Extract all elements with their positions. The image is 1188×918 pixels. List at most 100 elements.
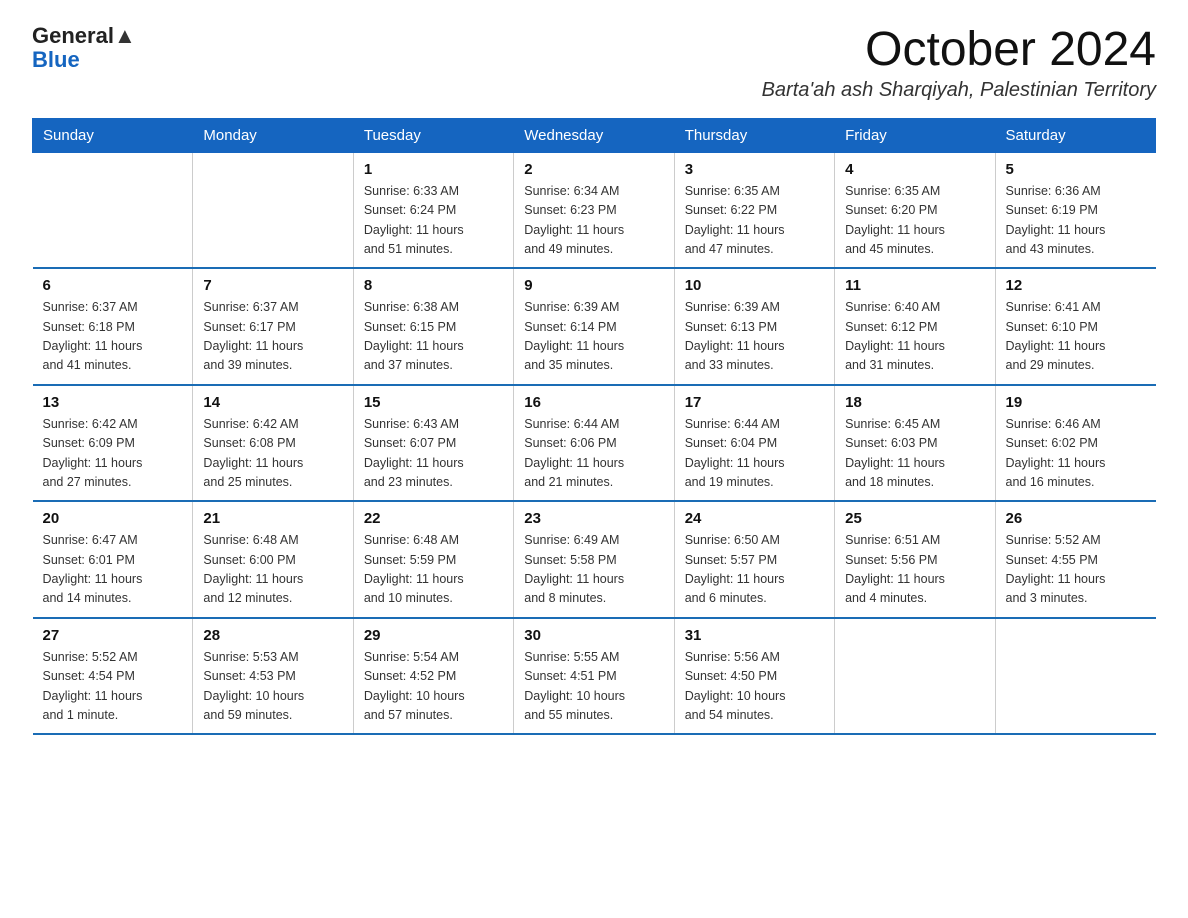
day-info: Sunrise: 6:42 AM Sunset: 6:09 PM Dayligh… <box>43 415 183 493</box>
day-info: Sunrise: 6:40 AM Sunset: 6:12 PM Dayligh… <box>845 298 984 376</box>
calendar-cell: 27 Sunrise: 5:52 AM Sunset: 4:54 PM Dayli… <box>33 618 193 735</box>
calendar-cell: 22Sunrise: 6:48 AM Sunset: 5:59 PM Dayli… <box>353 501 513 618</box>
calendar-cell: 13 Sunrise: 6:42 AM Sunset: 6:09 PM Dayli… <box>33 385 193 502</box>
weekday-header-friday: Friday <box>835 118 995 152</box>
calendar-cell: 4 Sunrise: 6:35 AM Sunset: 6:20 PM Daylig… <box>835 152 995 268</box>
calendar-week-row: 13 Sunrise: 6:42 AM Sunset: 6:09 PM Dayli… <box>33 385 1156 502</box>
weekday-header-tuesday: Tuesday <box>353 118 513 152</box>
day-number: 19 <box>1006 394 1146 411</box>
weekday-header-row: SundayMondayTuesdayWednesdayThursdayFrid… <box>33 118 1156 152</box>
calendar-cell <box>835 618 995 735</box>
day-info: Sunrise: 5:54 AM Sunset: 4:52 PM Dayligh… <box>364 648 503 726</box>
title-block: October 2024 Barta'ah ash Sharqiyah, Pal… <box>762 24 1156 102</box>
calendar-cell: 17Sunrise: 6:44 AM Sunset: 6:04 PM Dayli… <box>674 385 834 502</box>
calendar-cell: 3Sunrise: 6:35 AM Sunset: 6:22 PM Daylig… <box>674 152 834 268</box>
day-info: Sunrise: 5:55 AM Sunset: 4:51 PM Dayligh… <box>524 648 663 726</box>
day-number: 16 <box>524 394 663 411</box>
day-number: 18 <box>845 394 984 411</box>
calendar-cell: 18 Sunrise: 6:45 AM Sunset: 6:03 PM Dayli… <box>835 385 995 502</box>
calendar-cell: 28 Sunrise: 5:53 AM Sunset: 4:53 PM Dayli… <box>193 618 353 735</box>
calendar-cell: 16 Sunrise: 6:44 AM Sunset: 6:06 PM Dayli… <box>514 385 674 502</box>
calendar-cell: 31Sunrise: 5:56 AM Sunset: 4:50 PM Dayli… <box>674 618 834 735</box>
calendar-cell: 30Sunrise: 5:55 AM Sunset: 4:51 PM Dayli… <box>514 618 674 735</box>
day-info: Sunrise: 6:43 AM Sunset: 6:07 PM Dayligh… <box>364 415 503 493</box>
calendar-cell <box>33 152 193 268</box>
day-info: Sunrise: 6:44 AM Sunset: 6:06 PM Dayligh… <box>524 415 663 493</box>
day-info: Sunrise: 6:33 AM Sunset: 6:24 PM Dayligh… <box>364 182 503 260</box>
day-number: 21 <box>203 510 342 527</box>
day-number: 25 <box>845 510 984 527</box>
day-number: 29 <box>364 627 503 644</box>
calendar-cell: 11 Sunrise: 6:40 AM Sunset: 6:12 PM Dayli… <box>835 268 995 385</box>
page-title: October 2024 <box>762 24 1156 77</box>
calendar-table: SundayMondayTuesdayWednesdayThursdayFrid… <box>32 118 1156 736</box>
day-number: 27 <box>43 627 183 644</box>
day-number: 28 <box>203 627 342 644</box>
calendar-week-row: 1 Sunrise: 6:33 AM Sunset: 6:24 PM Daylig… <box>33 152 1156 268</box>
day-info: Sunrise: 6:45 AM Sunset: 6:03 PM Dayligh… <box>845 415 984 493</box>
calendar-cell: 6 Sunrise: 6:37 AM Sunset: 6:18 PM Daylig… <box>33 268 193 385</box>
calendar-cell: 19 Sunrise: 6:46 AM Sunset: 6:02 PM Dayli… <box>995 385 1155 502</box>
day-number: 11 <box>845 277 984 294</box>
day-number: 23 <box>524 510 663 527</box>
day-info: Sunrise: 6:51 AM Sunset: 5:56 PM Dayligh… <box>845 531 984 609</box>
calendar-cell: 25 Sunrise: 6:51 AM Sunset: 5:56 PM Dayli… <box>835 501 995 618</box>
day-number: 2 <box>524 161 663 178</box>
day-info: Sunrise: 6:39 AM Sunset: 6:13 PM Dayligh… <box>685 298 824 376</box>
calendar-cell: 2 Sunrise: 6:34 AM Sunset: 6:23 PM Daylig… <box>514 152 674 268</box>
day-info: Sunrise: 5:52 AM Sunset: 4:55 PM Dayligh… <box>1006 531 1146 609</box>
calendar-week-row: 6 Sunrise: 6:37 AM Sunset: 6:18 PM Daylig… <box>33 268 1156 385</box>
page-header: General▲ Blue October 2024 Barta'ah ash … <box>32 24 1156 102</box>
calendar-cell <box>193 152 353 268</box>
day-number: 9 <box>524 277 663 294</box>
day-info: Sunrise: 5:56 AM Sunset: 4:50 PM Dayligh… <box>685 648 824 726</box>
calendar-cell: 8 Sunrise: 6:38 AM Sunset: 6:15 PM Daylig… <box>353 268 513 385</box>
day-info: Sunrise: 6:37 AM Sunset: 6:17 PM Dayligh… <box>203 298 342 376</box>
day-info: Sunrise: 6:50 AM Sunset: 5:57 PM Dayligh… <box>685 531 824 609</box>
calendar-body: 1 Sunrise: 6:33 AM Sunset: 6:24 PM Daylig… <box>33 152 1156 734</box>
calendar-cell: 29 Sunrise: 5:54 AM Sunset: 4:52 PM Dayli… <box>353 618 513 735</box>
calendar-cell: 14 Sunrise: 6:42 AM Sunset: 6:08 PM Dayli… <box>193 385 353 502</box>
day-number: 6 <box>43 277 183 294</box>
day-number: 1 <box>364 161 503 178</box>
calendar-cell: 7Sunrise: 6:37 AM Sunset: 6:17 PM Daylig… <box>193 268 353 385</box>
day-number: 14 <box>203 394 342 411</box>
day-number: 15 <box>364 394 503 411</box>
day-info: Sunrise: 6:42 AM Sunset: 6:08 PM Dayligh… <box>203 415 342 493</box>
day-info: Sunrise: 5:53 AM Sunset: 4:53 PM Dayligh… <box>203 648 342 726</box>
calendar-cell: 23Sunrise: 6:49 AM Sunset: 5:58 PM Dayli… <box>514 501 674 618</box>
calendar-cell: 10 Sunrise: 6:39 AM Sunset: 6:13 PM Dayli… <box>674 268 834 385</box>
calendar-cell: 20Sunrise: 6:47 AM Sunset: 6:01 PM Dayli… <box>33 501 193 618</box>
calendar-cell: 24 Sunrise: 6:50 AM Sunset: 5:57 PM Dayli… <box>674 501 834 618</box>
day-info: Sunrise: 6:34 AM Sunset: 6:23 PM Dayligh… <box>524 182 663 260</box>
day-info: Sunrise: 6:38 AM Sunset: 6:15 PM Dayligh… <box>364 298 503 376</box>
day-info: Sunrise: 6:37 AM Sunset: 6:18 PM Dayligh… <box>43 298 183 376</box>
day-info: Sunrise: 6:48 AM Sunset: 5:59 PM Dayligh… <box>364 531 503 609</box>
calendar-cell: 9 Sunrise: 6:39 AM Sunset: 6:14 PM Daylig… <box>514 268 674 385</box>
calendar-week-row: 27 Sunrise: 5:52 AM Sunset: 4:54 PM Dayli… <box>33 618 1156 735</box>
logo-general-text: General <box>32 23 114 48</box>
day-number: 10 <box>685 277 824 294</box>
day-info: Sunrise: 6:46 AM Sunset: 6:02 PM Dayligh… <box>1006 415 1146 493</box>
day-number: 4 <box>845 161 984 178</box>
calendar-cell <box>995 618 1155 735</box>
day-info: Sunrise: 6:48 AM Sunset: 6:00 PM Dayligh… <box>203 531 342 609</box>
weekday-header-monday: Monday <box>193 118 353 152</box>
day-number: 13 <box>43 394 183 411</box>
calendar-week-row: 20Sunrise: 6:47 AM Sunset: 6:01 PM Dayli… <box>33 501 1156 618</box>
day-info: Sunrise: 6:41 AM Sunset: 6:10 PM Dayligh… <box>1006 298 1146 376</box>
day-number: 5 <box>1006 161 1146 178</box>
weekday-header-saturday: Saturday <box>995 118 1155 152</box>
logo-blue-text: Blue <box>32 48 136 72</box>
day-number: 20 <box>43 510 183 527</box>
day-info: Sunrise: 6:39 AM Sunset: 6:14 PM Dayligh… <box>524 298 663 376</box>
weekday-header-sunday: Sunday <box>33 118 193 152</box>
page-subtitle: Barta'ah ash Sharqiyah, Palestinian Terr… <box>762 79 1156 102</box>
day-info: Sunrise: 6:35 AM Sunset: 6:20 PM Dayligh… <box>845 182 984 260</box>
day-number: 8 <box>364 277 503 294</box>
day-number: 3 <box>685 161 824 178</box>
day-number: 24 <box>685 510 824 527</box>
calendar-cell: 5Sunrise: 6:36 AM Sunset: 6:19 PM Daylig… <box>995 152 1155 268</box>
day-info: Sunrise: 5:52 AM Sunset: 4:54 PM Dayligh… <box>43 648 183 726</box>
calendar-cell: 15 Sunrise: 6:43 AM Sunset: 6:07 PM Dayli… <box>353 385 513 502</box>
